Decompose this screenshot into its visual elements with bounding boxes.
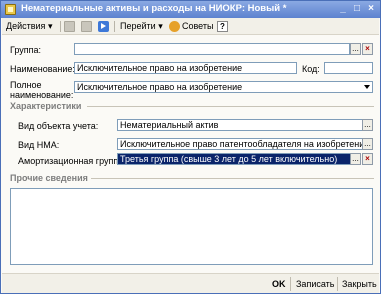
amort-group-field[interactable]: Третья группа (свыше 3 лет до 5 лет вклю… [117,153,351,165]
toolbar-divider [114,21,115,32]
group-field[interactable] [74,43,350,55]
group-select-button[interactable]: ... [350,43,361,55]
full-name-label-line1: Полное [10,80,42,90]
object-type-select-button[interactable]: ... [362,119,373,131]
chevron-down-icon: ▾ [158,21,163,31]
group-clear-button[interactable]: × [362,43,373,55]
ok-button[interactable]: OK [272,278,286,290]
minimize-button[interactable]: _ [337,4,349,15]
nma-type-select-button[interactable]: ... [362,138,373,150]
maximize-button[interactable]: □ [351,4,363,15]
nma-type-field[interactable]: Исключительное право патентообладателя н… [117,138,363,150]
nma-type-label: Вид НМА: [18,140,60,150]
goto-menu[interactable]: Перейти ▾ [120,20,163,33]
save-button[interactable]: Записать [296,278,334,290]
full-name-label-line2: наименование: [10,90,74,100]
section-divider [91,178,374,179]
code-field[interactable] [324,62,373,74]
window-title: Нематериальные активы и расходы на НИОКР… [21,3,287,14]
document-window: Нематериальные активы и расходы на НИОКР… [0,0,381,294]
object-type-label: Вид объекта учета: [18,121,99,131]
other-info-title: Прочие сведения [10,173,88,183]
close-button[interactable]: Закрыть [342,278,377,290]
bottom-bar: OK Записать Закрыть [2,273,379,293]
toolbar-divider [60,21,61,32]
toolbar: Действия ▾ Перейти ▾ Советы ? [2,18,379,35]
notes-textarea[interactable] [10,188,373,265]
section-divider [87,106,374,107]
copy-icon[interactable] [64,21,75,32]
amort-group-clear-button[interactable]: × [362,153,373,165]
goto-menu-label: Перейти [120,21,156,31]
actions-menu[interactable]: Действия ▾ [6,20,52,33]
object-type-field[interactable]: Нематериальный актив [117,119,363,131]
close-window-button[interactable]: × [365,4,377,15]
tips-icon[interactable] [169,21,180,32]
button-divider [337,277,338,291]
button-divider [290,277,291,291]
actions-menu-label: Действия [6,21,46,31]
chevron-down-icon: ▾ [47,21,53,31]
amort-group-select-button[interactable]: ... [350,153,361,165]
edit-icon[interactable] [81,21,92,32]
open-icon[interactable] [98,21,109,32]
amort-group-label: Амортизационная группа: [18,156,126,166]
characteristics-title: Характеристики [10,101,82,111]
code-label: Код: [302,64,320,74]
full-name-dropdown-icon[interactable] [362,82,372,92]
help-button[interactable]: ? [217,21,228,32]
name-field[interactable]: Исключительное право на изобретение [74,62,297,74]
document-icon [5,4,16,15]
tips-button[interactable]: Советы [182,20,213,33]
group-label: Группа: [10,45,42,55]
full-name-field[interactable]: Исключительное право на изобретение [74,81,373,93]
title-bar: Нематериальные активы и расходы на НИОКР… [1,1,380,18]
name-label: Наименование: [10,64,75,74]
